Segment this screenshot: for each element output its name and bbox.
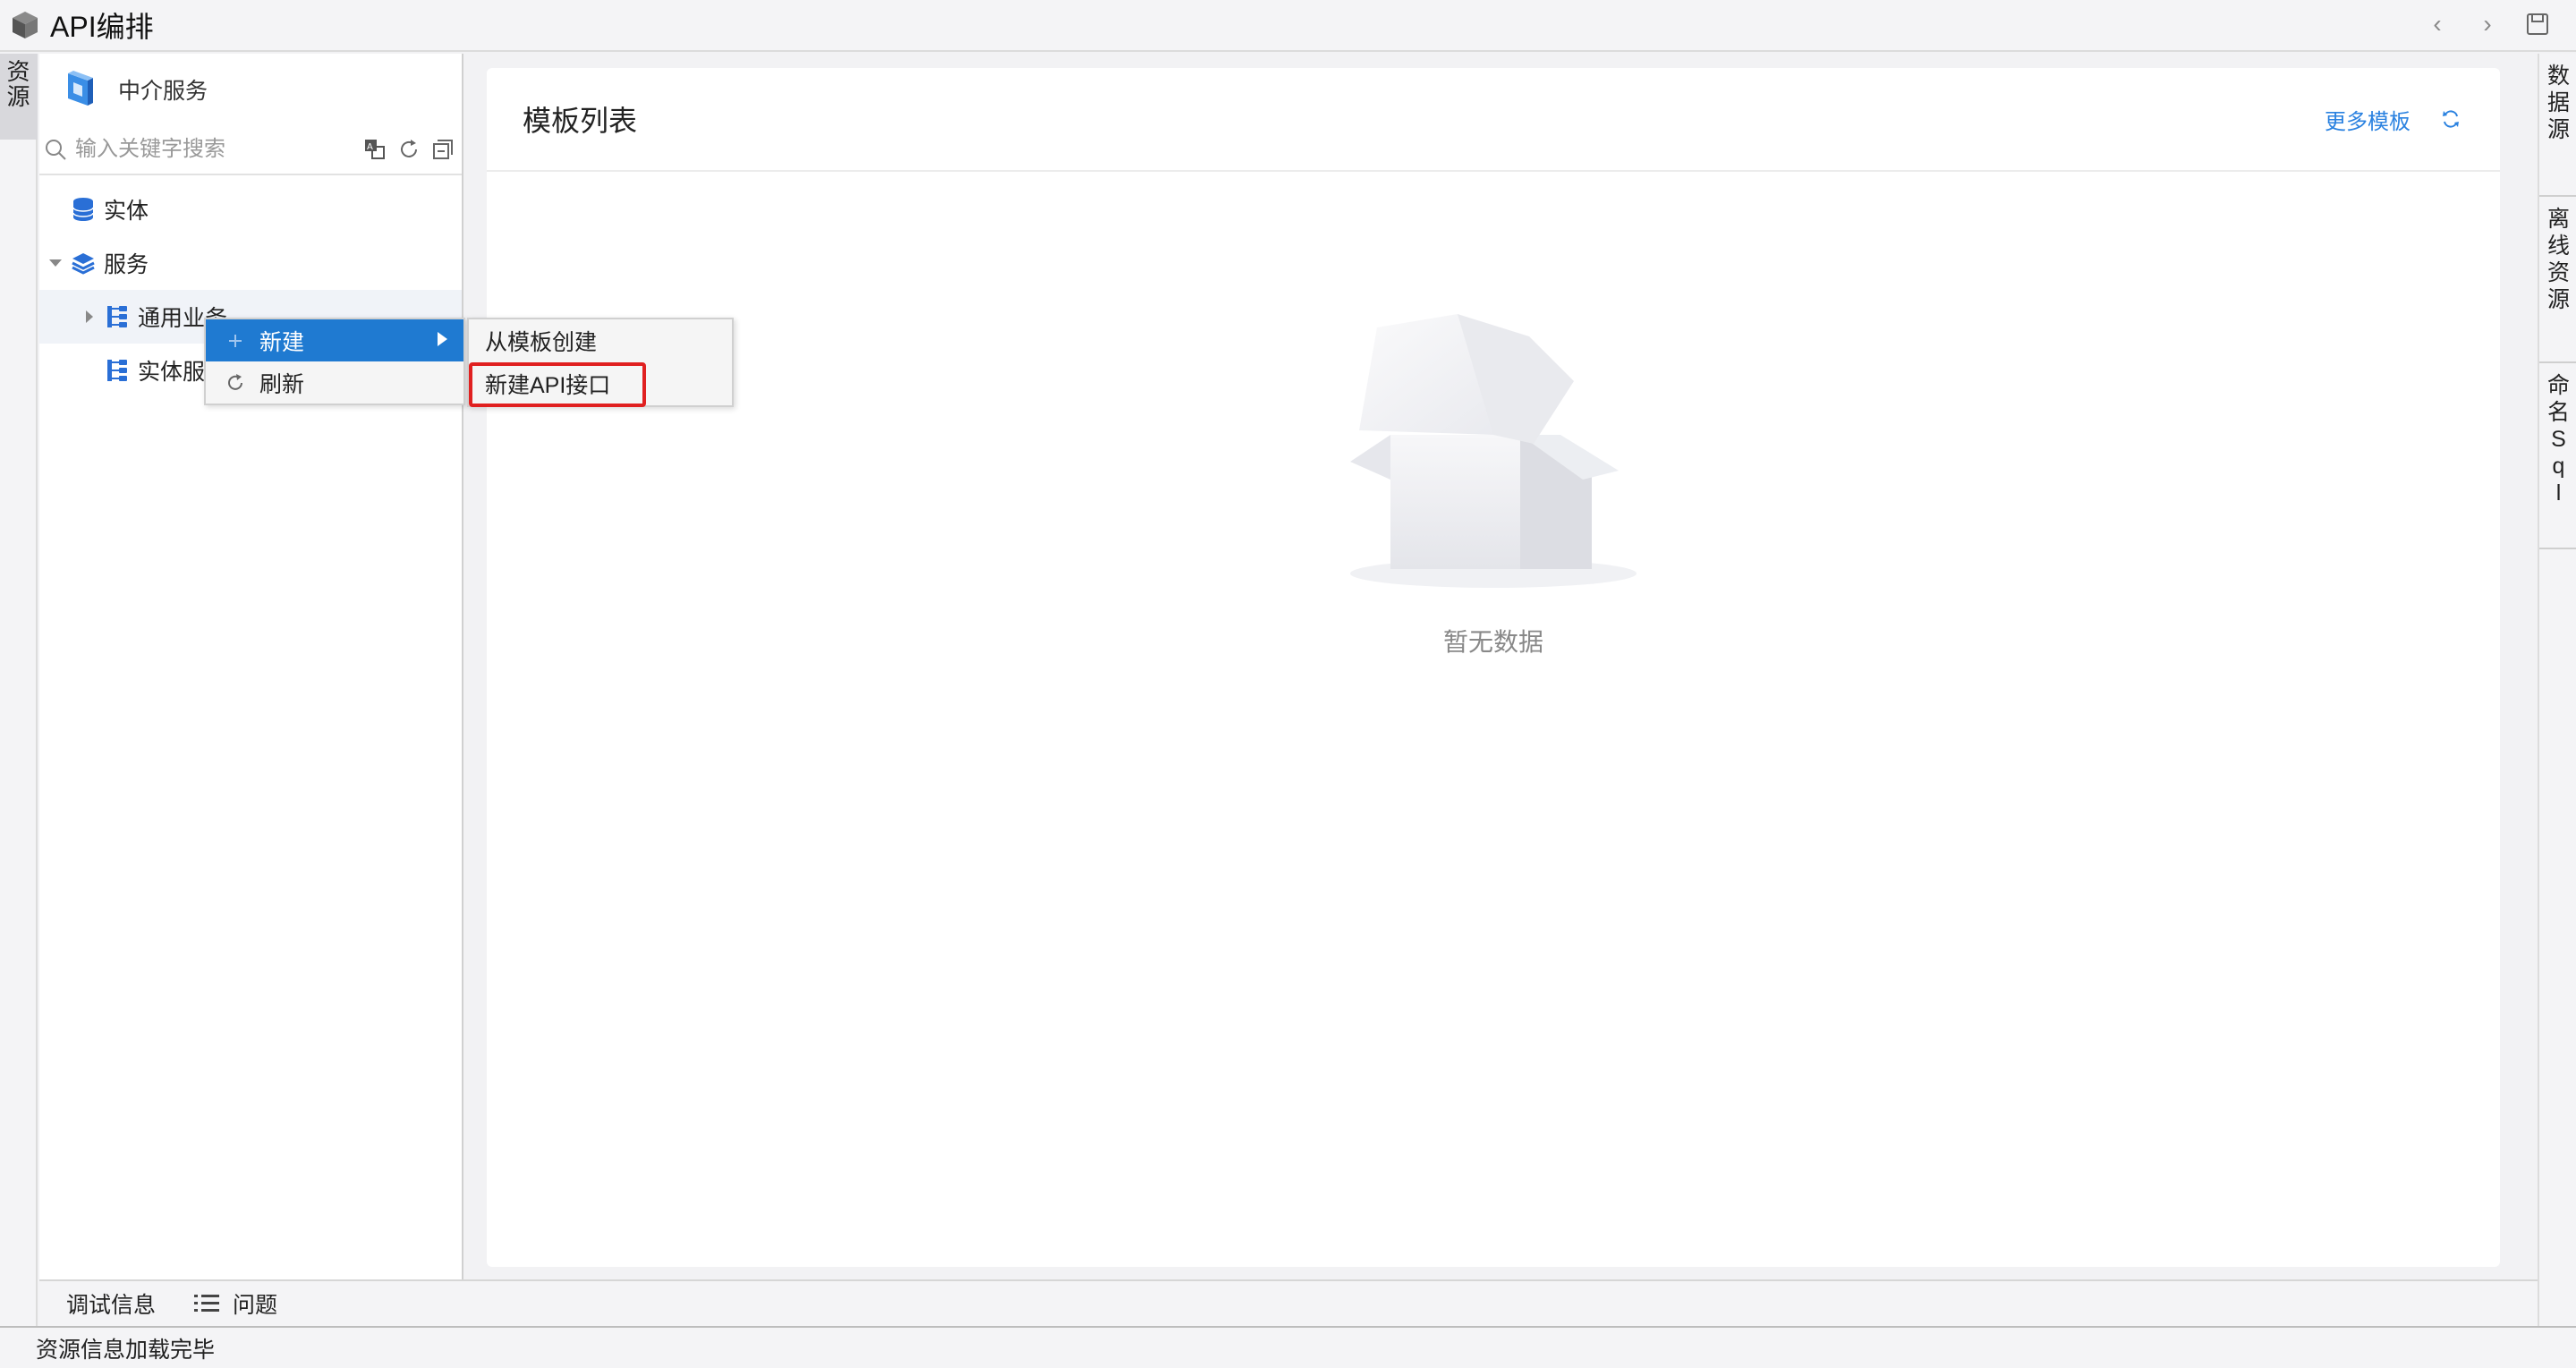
card-title: 模板列表 xyxy=(523,105,638,137)
window-title: API编排 xyxy=(50,11,154,43)
tree-node-label: 服务 xyxy=(104,252,149,277)
context-menu: 新建 刷新 xyxy=(204,318,465,405)
sidebar-tools: A xyxy=(361,136,456,163)
tab-char: 名 xyxy=(2546,400,2570,425)
context-submenu: 从模板创建 新建API接口 xyxy=(467,318,734,407)
empty-text: 暂无数据 xyxy=(1442,628,1543,656)
service-logo-icon xyxy=(68,71,93,106)
left-tool-strip: 资源 xyxy=(0,54,38,1326)
tab-char: 离 xyxy=(2546,207,2570,232)
highlight-annotation xyxy=(469,362,646,407)
resource-sidebar: 中介服务 A 实体 xyxy=(39,54,463,1279)
forward-icon[interactable]: › xyxy=(2474,10,2501,38)
tab-char: S xyxy=(2551,427,2566,452)
menu-item-refresh[interactable]: 刷新 xyxy=(206,361,463,404)
refresh-icon xyxy=(224,371,247,395)
refresh-icon[interactable] xyxy=(2437,106,2464,132)
sidebar-title: 中介服务 xyxy=(118,79,208,104)
database-icon xyxy=(70,196,97,223)
empty-state: 暂无数据 xyxy=(487,301,2500,659)
resource-tab[interactable]: 资源 xyxy=(0,54,38,140)
translate-icon[interactable]: A xyxy=(361,136,388,163)
status-text: 资源信息加载完毕 xyxy=(36,1337,216,1363)
menu-item-label: 新建 xyxy=(259,329,305,355)
bottom-panel-bar: 调试信息 问题 xyxy=(39,1279,2538,1326)
tab-char: 数 xyxy=(2546,64,2570,89)
flow-icon xyxy=(104,357,131,384)
tab-char: q xyxy=(2552,454,2565,479)
tab-char: 线 xyxy=(2546,234,2570,259)
main-area: 模板列表 更多模板 暂无数据 xyxy=(465,54,2536,1279)
tree-node-service[interactable]: 服务 xyxy=(39,236,462,290)
menu-item-label: 刷新 xyxy=(259,371,305,397)
status-bar: 资源信息加载完毕 xyxy=(0,1326,2576,1368)
template-list-card: 模板列表 更多模板 暂无数据 xyxy=(487,68,2500,1267)
tab-char: 命 xyxy=(2546,373,2570,398)
card-header: 模板列表 更多模板 xyxy=(487,68,2500,172)
tab-char: 源 xyxy=(2546,117,2570,142)
named-sql-tab[interactable]: 命 名 S q l xyxy=(2539,363,2576,549)
offline-resource-tab[interactable]: 离 线 资 源 xyxy=(2539,197,2576,363)
tree-node-label: 实体 xyxy=(104,199,149,224)
submenu-item-from-template[interactable]: 从模板创建 xyxy=(469,319,732,362)
empty-box-illustration xyxy=(1350,314,1637,588)
tree-node-entity[interactable]: 实体 xyxy=(39,183,462,236)
svg-text:A: A xyxy=(367,142,373,152)
tab-char: 源 xyxy=(2546,287,2570,312)
search-input[interactable] xyxy=(75,137,361,162)
right-tool-strip: 数 据 源 离 线 资 源 命 名 S q l xyxy=(2538,54,2576,1326)
problems-label: 问题 xyxy=(233,1293,278,1318)
sidebar-header: 中介服务 xyxy=(39,54,462,125)
debug-info-tab[interactable]: 调试信息 xyxy=(66,1287,156,1320)
flow-icon xyxy=(104,303,131,330)
more-templates-link[interactable]: 更多模板 xyxy=(2325,104,2410,135)
submenu-arrow-icon xyxy=(438,332,447,346)
refresh-icon[interactable] xyxy=(395,136,422,163)
tree-node-label: 实体服 xyxy=(138,360,206,385)
plus-icon xyxy=(224,329,247,353)
list-icon xyxy=(194,1295,220,1312)
title-bar: API编排 ‹ › xyxy=(0,0,2576,52)
datasource-tab[interactable]: 数 据 源 xyxy=(2539,54,2576,197)
app-cube-icon xyxy=(13,12,38,38)
save-icon[interactable] xyxy=(2524,11,2551,38)
window-controls: ‹ › xyxy=(2424,10,2551,38)
layers-icon xyxy=(70,250,97,276)
sidebar-search-row: A xyxy=(39,125,462,175)
collapse-all-icon[interactable] xyxy=(429,136,456,163)
tab-char: 资 xyxy=(2546,260,2570,285)
problems-tab[interactable]: 问题 xyxy=(193,1287,277,1320)
caret-right-icon[interactable] xyxy=(81,308,98,326)
caret-down-icon[interactable] xyxy=(47,254,64,272)
back-icon[interactable]: ‹ xyxy=(2424,10,2451,38)
tab-char: l xyxy=(2555,480,2562,506)
search-icon xyxy=(46,140,66,160)
menu-item-new[interactable]: 新建 xyxy=(206,319,463,361)
tab-char: 据 xyxy=(2546,90,2570,115)
